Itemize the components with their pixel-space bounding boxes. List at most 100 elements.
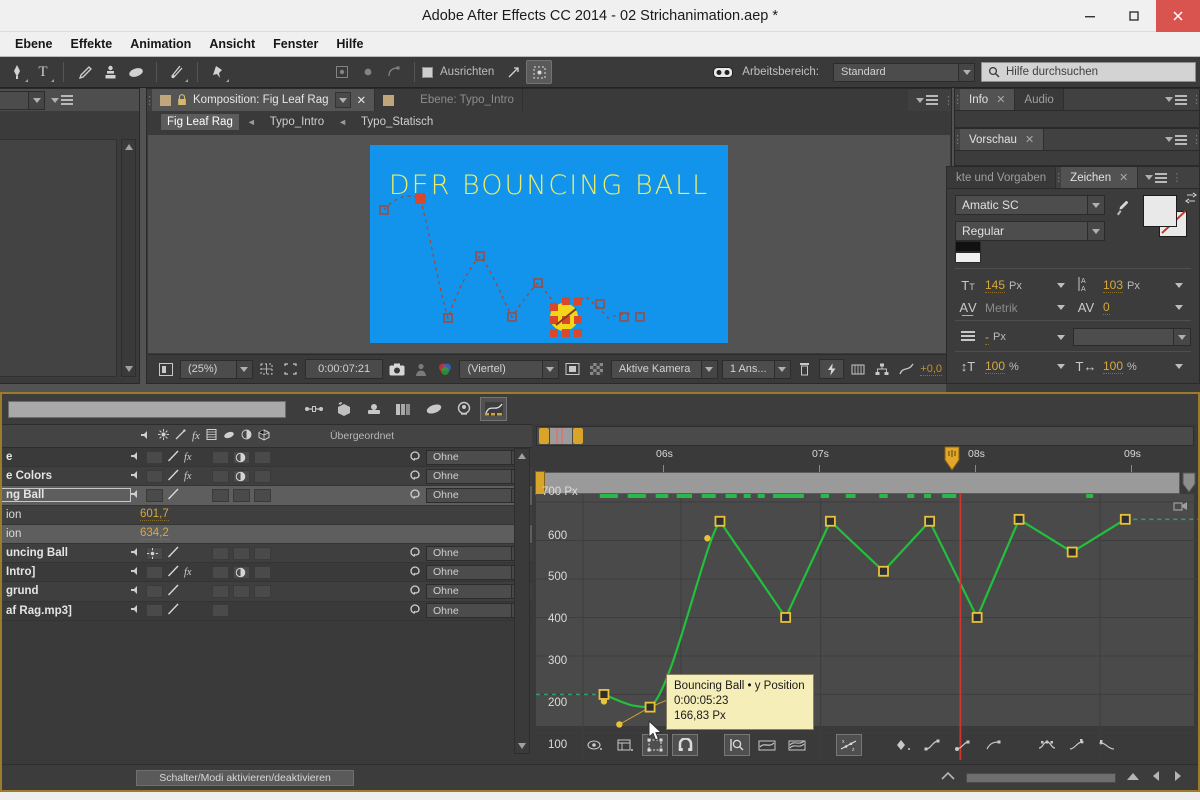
current-time-field[interactable]: 0:00:07:21 — [304, 359, 384, 379]
layer-name[interactable]: Intro] — [2, 566, 130, 578]
parent-control[interactable]: Ohne — [409, 468, 526, 484]
layer-switch-cell[interactable] — [212, 488, 229, 502]
timeline-view-icon[interactable] — [848, 359, 868, 379]
chevron-down-icon[interactable] — [1057, 283, 1065, 288]
pick-whip-icon[interactable] — [409, 603, 421, 618]
help-search-input[interactable]: Hilfe durchsuchen — [981, 62, 1196, 82]
chevron-down-icon[interactable] — [1057, 334, 1065, 340]
layer-switch-cell[interactable] — [254, 469, 271, 483]
pick-whip-icon[interactable] — [409, 546, 421, 561]
layer-switch-cell[interactable] — [212, 546, 229, 560]
audio-toggle-icon[interactable] — [130, 604, 142, 617]
zoom-dropdown[interactable]: (25%) — [180, 359, 253, 379]
show-snapshot-icon[interactable] — [411, 359, 431, 379]
table-row[interactable]: ion 634,2 — [2, 524, 532, 544]
layer-switch-cell[interactable] — [233, 469, 250, 483]
layer-switch-cell[interactable] — [233, 450, 250, 464]
time-navigator-bar[interactable] — [536, 426, 1194, 446]
layer-switches[interactable] — [130, 546, 380, 561]
lock-toggle-icon[interactable] — [167, 584, 180, 599]
work-area-bar[interactable] — [535, 471, 1180, 495]
brainstorm-icon[interactable] — [450, 397, 477, 421]
chevron-down-icon[interactable] — [1175, 283, 1183, 288]
layer-switch-cell[interactable] — [233, 584, 250, 598]
easy-ease-in-icon[interactable] — [950, 734, 976, 756]
lock-toggle-icon[interactable] — [167, 488, 180, 503]
layer-list-scrollbar[interactable] — [514, 448, 530, 754]
breadcrumb-fig-leaf-rag[interactable]: Fig Leaf Rag — [161, 114, 239, 130]
scroll-down-icon[interactable] — [518, 743, 526, 749]
solo-toggle[interactable] — [146, 488, 163, 502]
layer-name[interactable]: ion — [2, 528, 130, 540]
composition-panel-menu-icon[interactable] — [908, 89, 946, 111]
solo-toggle[interactable] — [146, 565, 163, 579]
layer-switches[interactable]: 601,7 — [130, 508, 380, 522]
layer-switch-cell[interactable] — [254, 546, 271, 560]
anchor-point-icon[interactable] — [329, 60, 355, 84]
project-panel-scrollbar[interactable] — [121, 139, 136, 377]
menu-item-effekte[interactable]: Effekte — [62, 34, 122, 54]
toggle-viewer-icon[interactable] — [156, 359, 176, 379]
audio-toggle-icon[interactable] — [130, 489, 142, 502]
vertical-scale-value[interactable]: 100 — [985, 359, 1006, 374]
transform-box-icon[interactable] — [526, 60, 553, 84]
scroll-up-icon[interactable] — [518, 453, 526, 459]
timeline-hscrollbar[interactable] — [966, 772, 1116, 783]
font-style-dropdown[interactable]: Regular — [955, 221, 1105, 241]
layer-name[interactable]: uncing Ball — [2, 547, 130, 559]
graph-editor-collapse-icon[interactable] — [1181, 472, 1197, 494]
parent-control[interactable]: Ohne — [409, 603, 526, 619]
parent-dropdown[interactable]: Ohne — [426, 603, 526, 619]
channel-rgb-icon[interactable] — [435, 359, 455, 379]
timeline-search-input[interactable] — [8, 400, 286, 418]
snapping-arrow-icon[interactable] — [500, 60, 526, 84]
close-icon[interactable] — [1156, 0, 1200, 32]
parent-control[interactable]: Ohne — [409, 449, 526, 465]
tab-info[interactable]: Info ✕ — [960, 89, 1016, 110]
toggle-switches-modes-button[interactable]: Schalter/Modi aktivieren/deaktivieren — [136, 769, 354, 786]
pen-tool-icon[interactable] — [4, 60, 30, 84]
workspace-dropdown[interactable]: Standard — [833, 62, 975, 82]
close-tab-icon[interactable]: ✕ — [996, 93, 1005, 106]
lock-toggle-icon[interactable] — [167, 603, 180, 618]
layer-switch-cell[interactable] — [212, 565, 229, 579]
chevron-down-icon[interactable] — [1057, 305, 1065, 310]
clone-stamp-tool-icon[interactable] — [97, 60, 123, 84]
leading-field[interactable]: AA 103 Px — [1073, 276, 1191, 295]
menu-item-hilfe[interactable]: Hilfe — [327, 34, 372, 54]
align-checkbox[interactable] — [422, 66, 433, 78]
horizontal-scale-value[interactable]: 100 — [1103, 359, 1124, 374]
exposure-value[interactable]: +0,0 — [920, 363, 942, 376]
effects-fx-indicator[interactable]: fx — [184, 567, 198, 578]
layer-switch-cell[interactable] — [212, 584, 229, 598]
layer-name[interactable]: af Rag.mp3] — [2, 605, 130, 617]
table-row[interactable]: uncing Ball Ohne — [2, 543, 532, 564]
layer-switch-cell[interactable] — [254, 450, 271, 464]
pick-whip-icon[interactable] — [409, 488, 421, 503]
fit-selection-icon[interactable] — [754, 734, 780, 756]
layer-switches[interactable]: fx — [130, 469, 380, 484]
parent-dropdown[interactable]: Ohne — [426, 487, 526, 503]
region-interest-toggle-icon[interactable] — [563, 359, 583, 379]
solo-toggle[interactable] — [146, 450, 163, 464]
table-row[interactable]: e Colors fx Ohne — [2, 467, 532, 487]
layer-switch-cell[interactable] — [254, 584, 271, 598]
value-graph-plot[interactable]: 700 Px 600 500 400 300 200 100 Bouncing … — [536, 486, 1198, 760]
audio-toggle-icon[interactable] — [130, 585, 142, 598]
menu-item-ansicht[interactable]: Ansicht — [200, 34, 264, 54]
separate-dimensions-icon[interactable]: xz — [836, 734, 862, 756]
parent-dropdown[interactable]: Ohne — [426, 449, 526, 465]
layer-switches[interactable]: fx — [130, 450, 380, 465]
tab-vorschau[interactable]: Vorschau ✕ — [960, 129, 1045, 150]
layer-switch-cell[interactable] — [212, 604, 229, 618]
font-size-value[interactable]: 145 — [985, 278, 1006, 293]
preview-panel-menu-icon[interactable] — [1158, 129, 1194, 150]
layer-name[interactable]: e — [2, 451, 130, 463]
keyframe-interpolation-icon[interactable] — [890, 734, 916, 756]
layer-switches[interactable]: fx — [130, 565, 380, 580]
layer-name[interactable]: ion — [2, 509, 130, 521]
easy-ease-out-icon[interactable] — [980, 734, 1006, 756]
chevron-down-icon[interactable] — [1175, 305, 1183, 310]
parent-control[interactable]: Ohne — [409, 487, 526, 503]
kerning-value[interactable]: Metrik — [985, 301, 1018, 315]
